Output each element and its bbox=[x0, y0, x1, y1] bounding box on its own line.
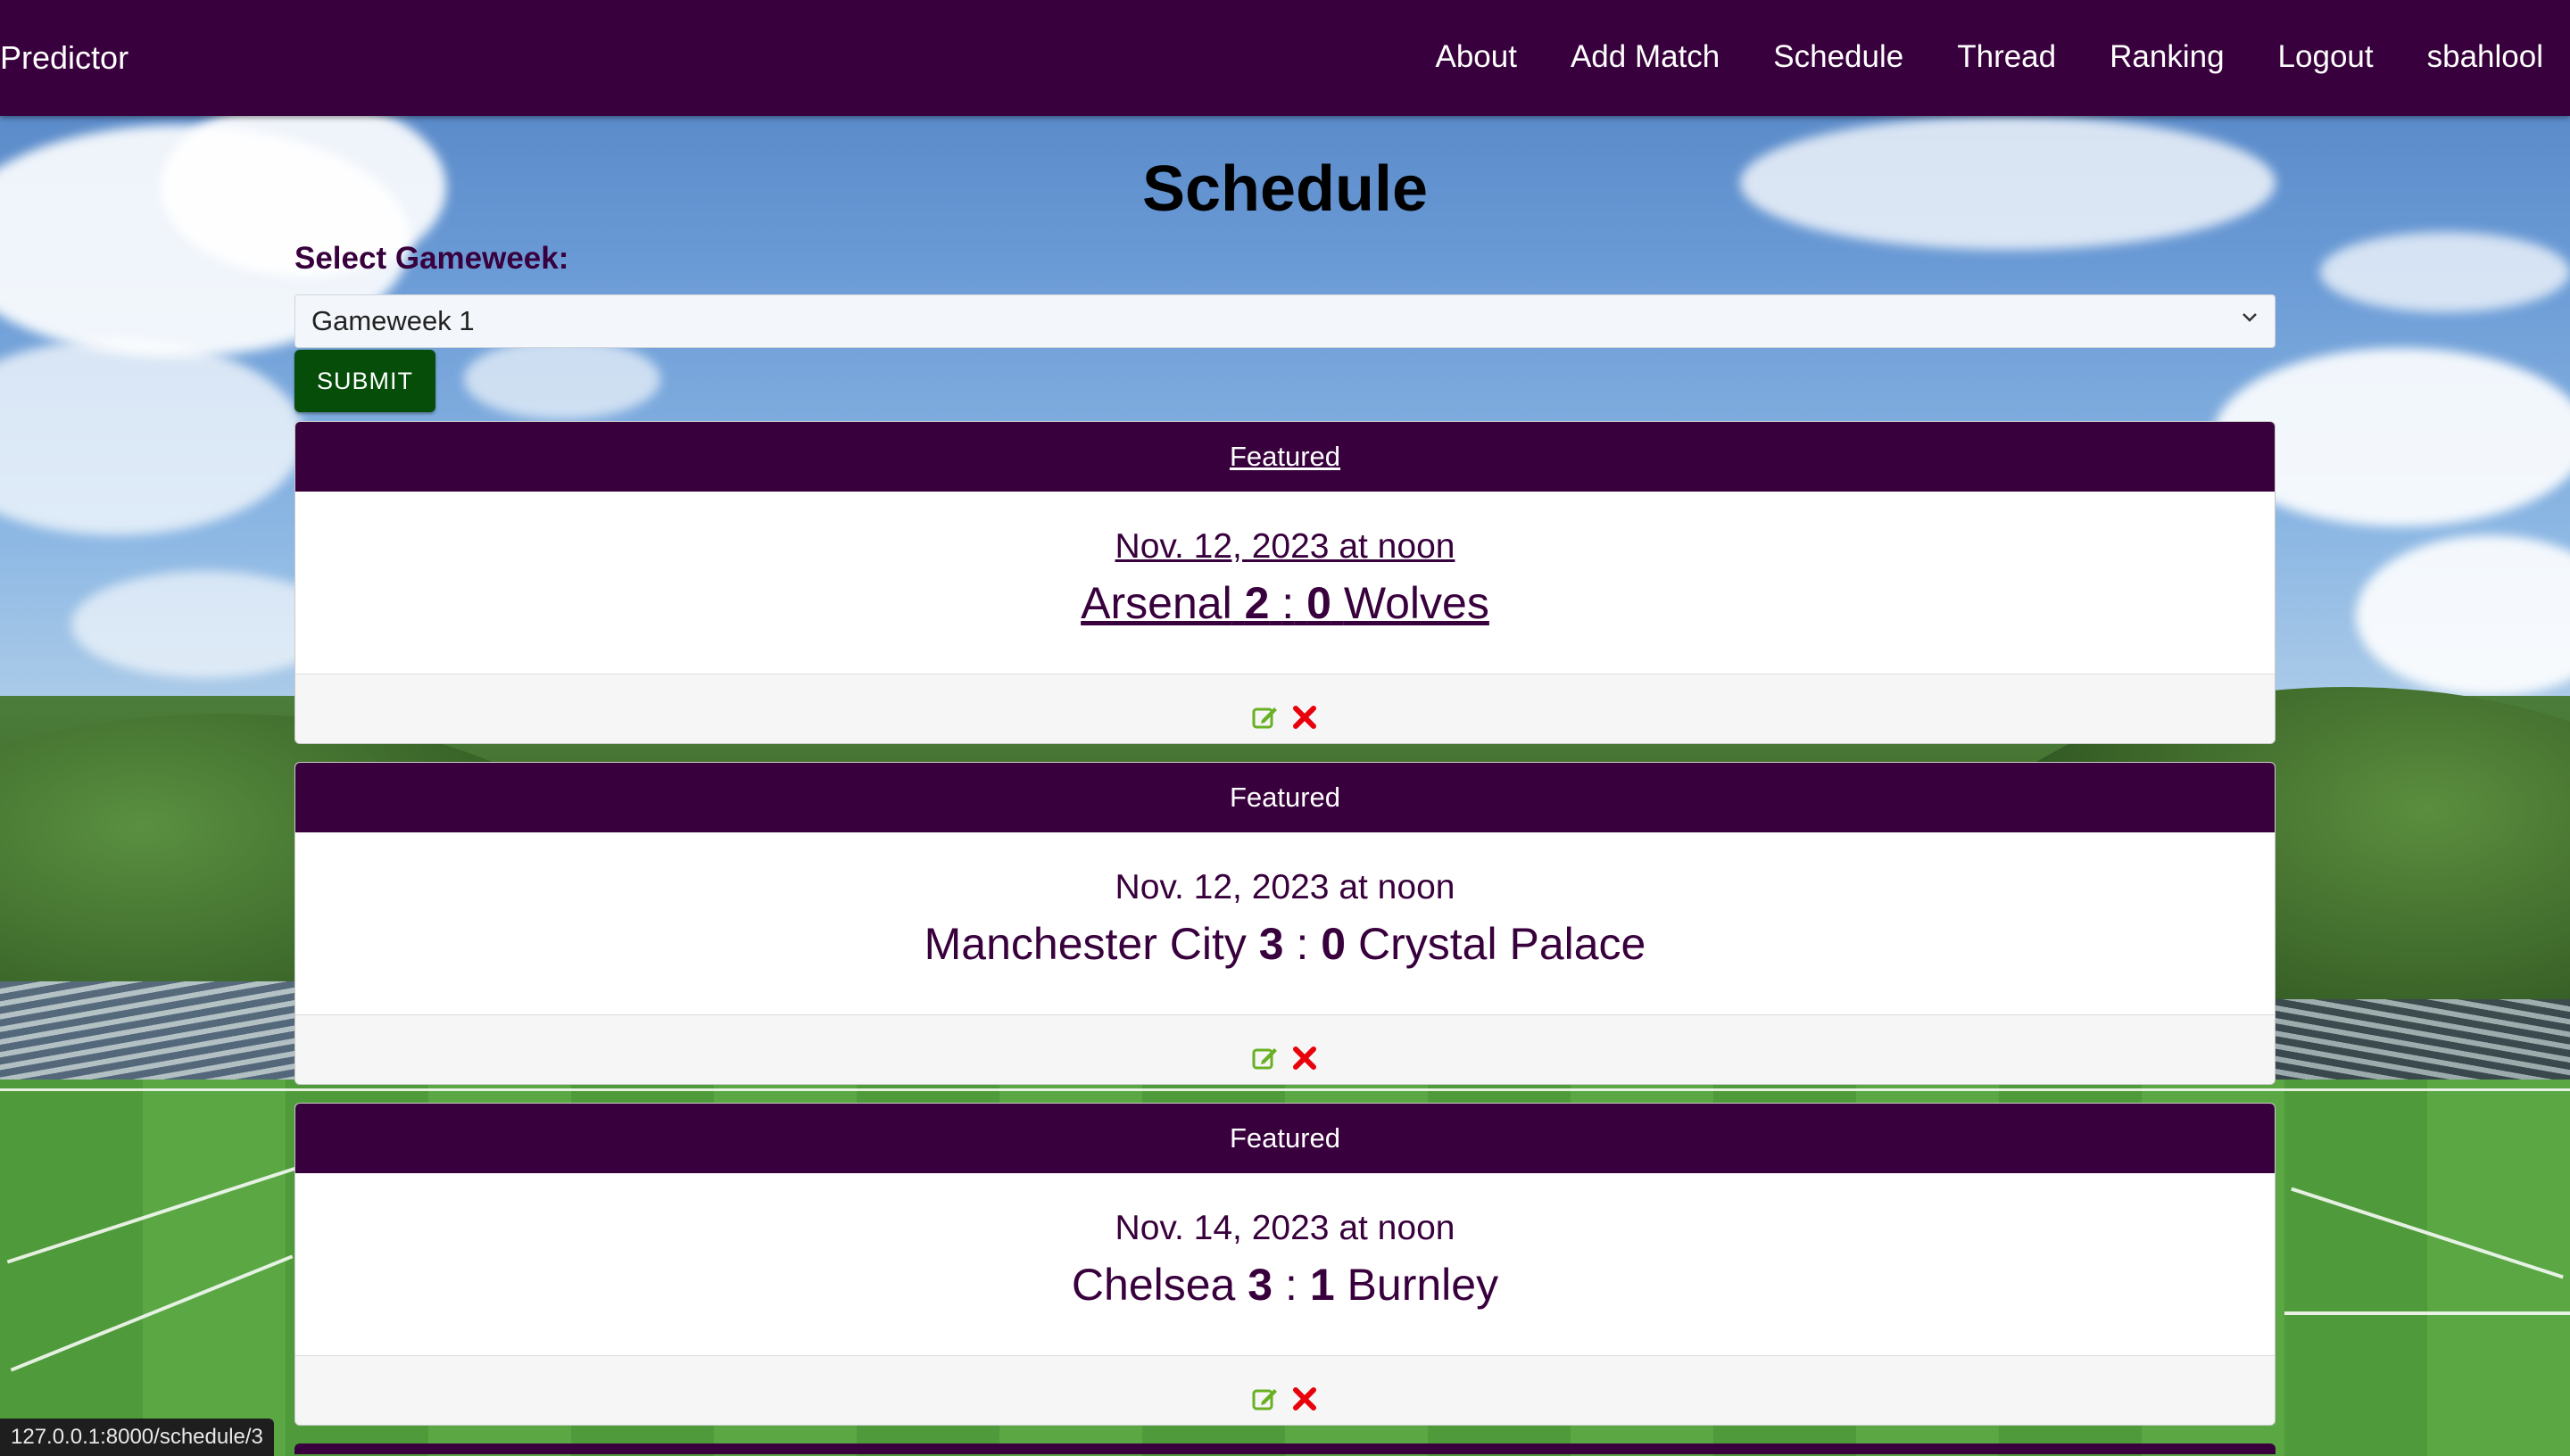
match-card: Featured Nov. 12, 2023 at noon Arsenal 2… bbox=[294, 421, 2276, 744]
score-separator: : bbox=[1281, 578, 1295, 628]
nav-thread-link[interactable]: Thread bbox=[1957, 39, 2056, 75]
gameweek-select[interactable]: Gameweek 1 bbox=[294, 294, 2276, 348]
featured-header[interactable]: Featured bbox=[295, 763, 2275, 832]
away-team: Crystal Palace bbox=[1358, 919, 1646, 969]
home-team: Arsenal bbox=[1081, 578, 1232, 628]
home-team: Manchester City bbox=[924, 919, 1247, 969]
gameweek-select-label: Select Gameweek: bbox=[294, 241, 569, 276]
edit-icon[interactable] bbox=[1250, 1035, 1281, 1070]
featured-label[interactable]: Featured bbox=[1230, 441, 1340, 472]
nav-username-link[interactable]: sbahlool bbox=[2427, 39, 2543, 75]
match-link[interactable]: Nov. 12, 2023 at noon Arsenal 2 : 0 Wolv… bbox=[295, 492, 2275, 674]
featured-label[interactable]: Featured bbox=[1230, 1122, 1340, 1154]
match-actions bbox=[295, 1014, 2275, 1084]
match-date[interactable]: Nov. 12, 2023 at noon bbox=[295, 492, 2275, 566]
match-date[interactable]: Nov. 12, 2023 at noon bbox=[295, 832, 2275, 906]
away-score: 0 bbox=[1306, 578, 1331, 628]
match-actions bbox=[295, 1355, 2275, 1425]
edit-icon[interactable] bbox=[1250, 1376, 1281, 1410]
featured-label[interactable]: Featured bbox=[1230, 782, 1340, 813]
submit-button[interactable]: SUBMIT bbox=[294, 350, 435, 412]
match-actions bbox=[295, 674, 2275, 743]
gameweek-select-value[interactable]: Gameweek 1 bbox=[294, 294, 2276, 348]
match-date[interactable]: Nov. 14, 2023 at noon bbox=[295, 1173, 2275, 1247]
away-score: 0 bbox=[1321, 919, 1347, 969]
featured-header[interactable]: Featured bbox=[295, 1104, 2275, 1173]
away-score: 1 bbox=[1309, 1260, 1335, 1310]
match-card: Featured Nov. 12, 2023 at noon Mancheste… bbox=[294, 762, 2276, 1085]
match-score-line[interactable]: Arsenal 2 : 0 Wolves bbox=[295, 577, 2275, 629]
top-navbar: Predictor About Add Match Schedule Threa… bbox=[0, 0, 2570, 116]
match-score-line[interactable]: Chelsea 3 : 1 Burnley bbox=[295, 1259, 2275, 1311]
home-team: Chelsea bbox=[1071, 1260, 1236, 1310]
match-list: Featured Nov. 12, 2023 at noon Arsenal 2… bbox=[294, 421, 2276, 1454]
score-separator: : bbox=[1296, 919, 1309, 969]
away-team: Wolves bbox=[1343, 578, 1489, 628]
away-team: Burnley bbox=[1347, 1260, 1499, 1310]
nav-schedule-link[interactable]: Schedule bbox=[1773, 39, 1903, 75]
home-score: 2 bbox=[1244, 578, 1270, 628]
nav-ranking-link[interactable]: Ranking bbox=[2110, 39, 2224, 75]
delete-icon[interactable] bbox=[1289, 1376, 1320, 1410]
match-score-line[interactable]: Manchester City 3 : 0 Crystal Palace bbox=[295, 918, 2275, 970]
nav-about-link[interactable]: About bbox=[1435, 39, 1516, 75]
home-score: 3 bbox=[1258, 919, 1284, 969]
score-separator: : bbox=[1285, 1260, 1297, 1310]
brand-link[interactable]: Predictor bbox=[0, 39, 128, 77]
page-title: Schedule bbox=[1141, 153, 1429, 225]
delete-icon[interactable] bbox=[1289, 1035, 1320, 1070]
nav-links: About Add Match Schedule Thread Ranking … bbox=[1435, 39, 2543, 75]
featured-header[interactable]: Featured bbox=[295, 422, 2275, 492]
status-bar-url: 127.0.0.1:8000/schedule/3 bbox=[0, 1419, 274, 1456]
home-score: 3 bbox=[1248, 1260, 1273, 1310]
edit-icon[interactable] bbox=[1250, 694, 1281, 729]
nav-logout-link[interactable]: Logout bbox=[2278, 39, 2374, 75]
match-link[interactable]: Nov. 12, 2023 at noon Manchester City 3 … bbox=[295, 832, 2275, 1014]
delete-icon[interactable] bbox=[1289, 694, 1320, 729]
next-match-card-partial bbox=[294, 1444, 2276, 1454]
match-card: Featured Nov. 14, 2023 at noon Chelsea 3… bbox=[294, 1103, 2276, 1426]
chevron-down-icon bbox=[2240, 307, 2259, 332]
match-link[interactable]: Nov. 14, 2023 at noon Chelsea 3 : 1 Burn… bbox=[295, 1173, 2275, 1355]
nav-add-match-link[interactable]: Add Match bbox=[1571, 39, 1720, 75]
schedule-content: Schedule Select Gameweek: Gameweek 1 SUB… bbox=[294, 116, 2276, 1454]
